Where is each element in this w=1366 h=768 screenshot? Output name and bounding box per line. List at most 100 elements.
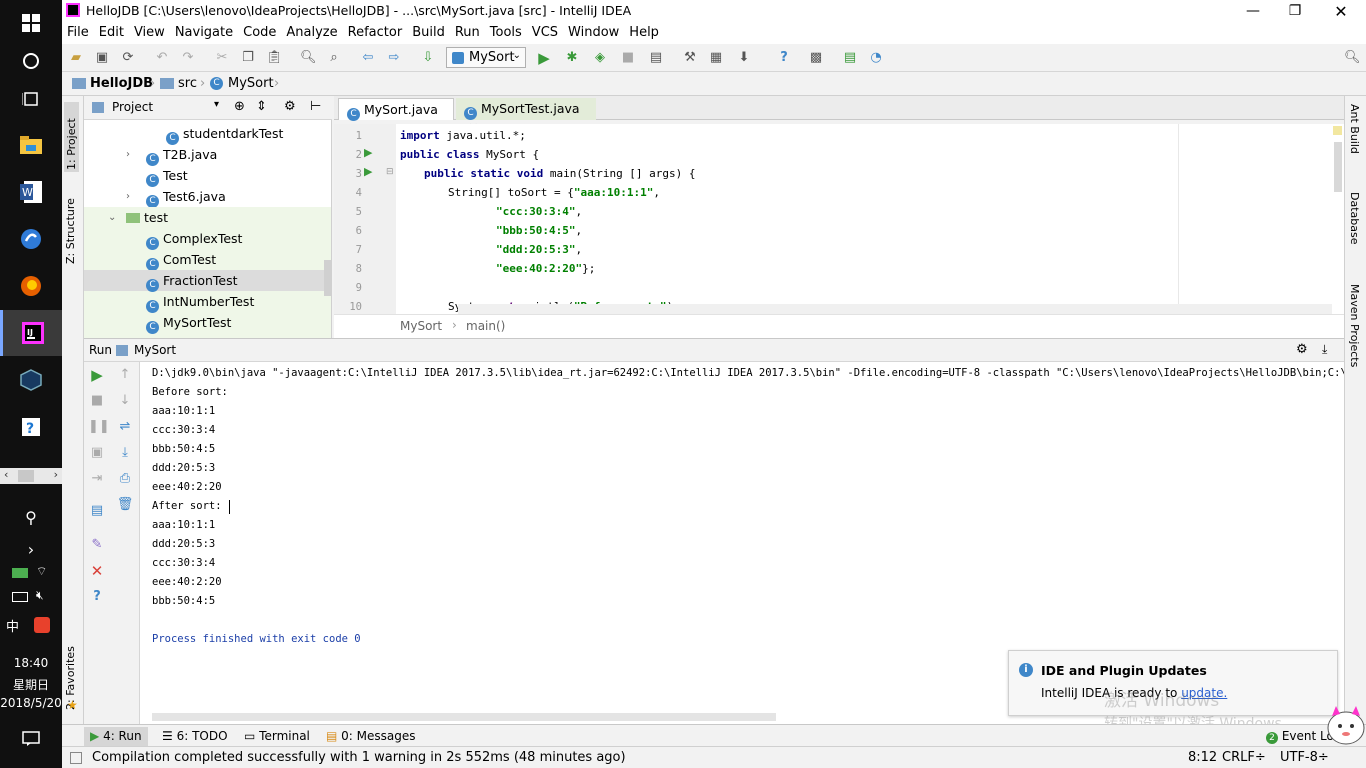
paste-icon[interactable]: 📋︎ xyxy=(266,50,283,66)
hide-panel-icon[interactable]: ⊢ xyxy=(310,99,321,114)
hide-panel-icon[interactable]: ⤓ xyxy=(1322,342,1327,357)
search-everywhere-icon[interactable]: 🔍︎ xyxy=(1344,50,1361,66)
run-icon[interactable]: ▶ xyxy=(536,50,552,66)
run-config-tab[interactable]: MySort xyxy=(134,343,176,357)
synchronize-icon[interactable]: ⟳ xyxy=(120,50,136,66)
tree-node[interactable]: C ComplexTest xyxy=(146,228,242,250)
clock-weekday[interactable]: 星期日 xyxy=(0,676,62,693)
tree-scrollbar[interactable] xyxy=(324,260,331,296)
soft-wrap-icon[interactable]: ⇌ xyxy=(116,418,134,436)
close-button[interactable]: ✕ xyxy=(1318,0,1364,22)
caret-position[interactable]: 8:12 xyxy=(1188,750,1217,765)
tree-node[interactable]: CstudentdarkTest xyxy=(166,123,283,145)
tree-node[interactable]: C IntNumberTest xyxy=(146,291,254,313)
volume-muted-icon[interactable]: 🔇︎ xyxy=(36,588,44,603)
tab-todo[interactable]: ☰ 6: TODO xyxy=(156,727,234,747)
cut-icon[interactable]: ✂ xyxy=(214,50,230,66)
open-icon[interactable]: ▰ xyxy=(68,50,84,66)
expand-arrow-icon[interactable]: › xyxy=(126,149,130,160)
tab-run[interactable]: ▶ 4: Run xyxy=(84,727,148,747)
sogou-ime-icon[interactable] xyxy=(34,617,50,633)
copy-icon[interactable]: ❐ xyxy=(240,50,256,66)
menu-build[interactable]: Build xyxy=(407,22,450,40)
build-project-icon[interactable]: ⇩ xyxy=(420,50,436,66)
undo-icon[interactable]: ↶ xyxy=(154,50,170,66)
project-tool-tab[interactable]: 1: Project xyxy=(64,102,79,172)
console-horizontal-scrollbar[interactable] xyxy=(152,713,776,721)
tree-node[interactable]: C ComTest xyxy=(146,249,216,271)
virtualbox-icon[interactable] xyxy=(0,357,62,403)
help-icon[interactable]: ? xyxy=(0,404,62,450)
menu-run[interactable]: Run xyxy=(450,22,485,40)
menu-edit[interactable]: Edit xyxy=(94,22,129,40)
tab-messages[interactable]: ▤ 0: Messages xyxy=(320,727,422,747)
menu-help[interactable]: Help xyxy=(624,22,664,40)
ime-indicator[interactable]: 中 xyxy=(6,616,19,635)
tree-node[interactable]: C T2B.java xyxy=(146,144,217,166)
up-icon[interactable]: ↑ xyxy=(116,366,134,384)
word-icon[interactable]: W xyxy=(0,169,62,215)
tool-windows-icon[interactable] xyxy=(70,752,82,764)
plugin-icon[interactable]: ▩ xyxy=(808,50,824,66)
maximize-button[interactable]: ❐ xyxy=(1272,0,1318,22)
menu-refactor[interactable]: Refactor xyxy=(343,22,408,40)
menu-navigate[interactable]: Navigate xyxy=(170,22,238,40)
line-separator[interactable]: CRLF÷ xyxy=(1222,750,1266,765)
scroll-from-source-icon[interactable]: ⊕ xyxy=(234,99,245,114)
vcs-update-icon[interactable]: ⬇ xyxy=(736,50,752,66)
replace-icon[interactable]: ⌕ xyxy=(326,50,342,66)
structure-tool-tab[interactable]: Z: Structure xyxy=(64,188,77,264)
collapse-all-icon[interactable]: ⇕ xyxy=(256,99,267,114)
breadcrumb-class[interactable]: MySort xyxy=(228,76,274,91)
print-icon[interactable]: ⎙ xyxy=(116,470,134,488)
stop-icon[interactable]: ■ xyxy=(620,50,636,66)
file-explorer-icon[interactable] xyxy=(0,122,62,168)
gear-icon[interactable]: ⚙ xyxy=(284,99,296,114)
analysis-status-icon[interactable] xyxy=(1333,126,1342,135)
gear-icon[interactable]: ⚙ xyxy=(1296,342,1308,357)
menu-file[interactable]: File xyxy=(62,22,94,40)
horizontal-scrollbar[interactable] xyxy=(458,304,1332,314)
clock-time[interactable]: 18:40 xyxy=(0,656,62,670)
down-icon[interactable]: ↓ xyxy=(116,392,134,410)
tree-node[interactable]: C MySortTest xyxy=(146,312,231,334)
forward-icon[interactable]: ⇨ xyxy=(386,50,402,66)
menu-analyze[interactable]: Analyze xyxy=(281,22,342,40)
rerun-icon[interactable]: ▶ xyxy=(88,366,106,384)
close-icon[interactable]: ✕ xyxy=(88,562,106,580)
stop-icon[interactable]: ■ xyxy=(88,392,106,410)
project-view-select[interactable]: Project xyxy=(112,100,153,114)
run-configuration-select[interactable]: MySort ⌄ xyxy=(446,47,526,68)
dump-threads-icon[interactable]: ▣ xyxy=(88,444,106,462)
statistic-icon[interactable]: ▤ xyxy=(842,50,858,66)
task-view-icon[interactable] xyxy=(0,76,62,122)
status-message[interactable]: Compilation completed successfully with … xyxy=(92,750,626,765)
help-toolbar-icon[interactable]: ? xyxy=(776,50,792,66)
pin-icon[interactable]: ✎ xyxy=(88,536,106,554)
pause-icon[interactable]: ❚❚ xyxy=(88,418,110,436)
breadcrumb-src[interactable]: src xyxy=(178,76,197,91)
tab-terminal[interactable]: ▭ Terminal xyxy=(238,727,316,747)
clock-date[interactable]: 2018/5/20 xyxy=(0,696,62,710)
menu-window[interactable]: Window xyxy=(563,22,624,40)
tab-mysorttest-java[interactable]: CMySortTest.java ✕ xyxy=(456,98,596,135)
exit-icon[interactable]: ⇥ xyxy=(88,470,106,488)
run-gutter-icon[interactable]: ▶ xyxy=(364,165,372,178)
menu-code[interactable]: Code xyxy=(238,22,281,40)
back-icon[interactable]: ⇦ xyxy=(360,50,376,66)
help-icon[interactable]: ? xyxy=(88,588,106,606)
sdk-icon[interactable]: ▦ xyxy=(708,50,724,66)
tree-node[interactable]: C FractionTest xyxy=(146,270,238,292)
defender-icon[interactable] xyxy=(12,568,28,578)
tree-node[interactable]: C Test6.java xyxy=(146,186,226,208)
scroll-to-end-icon[interactable]: ⤓ xyxy=(116,444,134,462)
tab-mysort-java[interactable]: CMySort.java ✕ xyxy=(338,98,454,136)
clear-all-icon[interactable]: 🗑︎ xyxy=(116,496,134,514)
expand-arrow-icon[interactable]: › xyxy=(126,191,130,202)
breadcrumb-project[interactable]: HelloJDB xyxy=(90,76,153,91)
code-editor[interactable]: import java.util.*; public class MySort … xyxy=(396,124,1332,314)
intellij-icon[interactable]: IJ xyxy=(0,310,62,356)
maven-projects-tab[interactable]: Maven Projects xyxy=(1348,284,1361,384)
tasks-icon[interactable]: ◔ xyxy=(868,50,884,66)
taskbar-scrollbar[interactable]: ‹ › xyxy=(0,468,62,484)
